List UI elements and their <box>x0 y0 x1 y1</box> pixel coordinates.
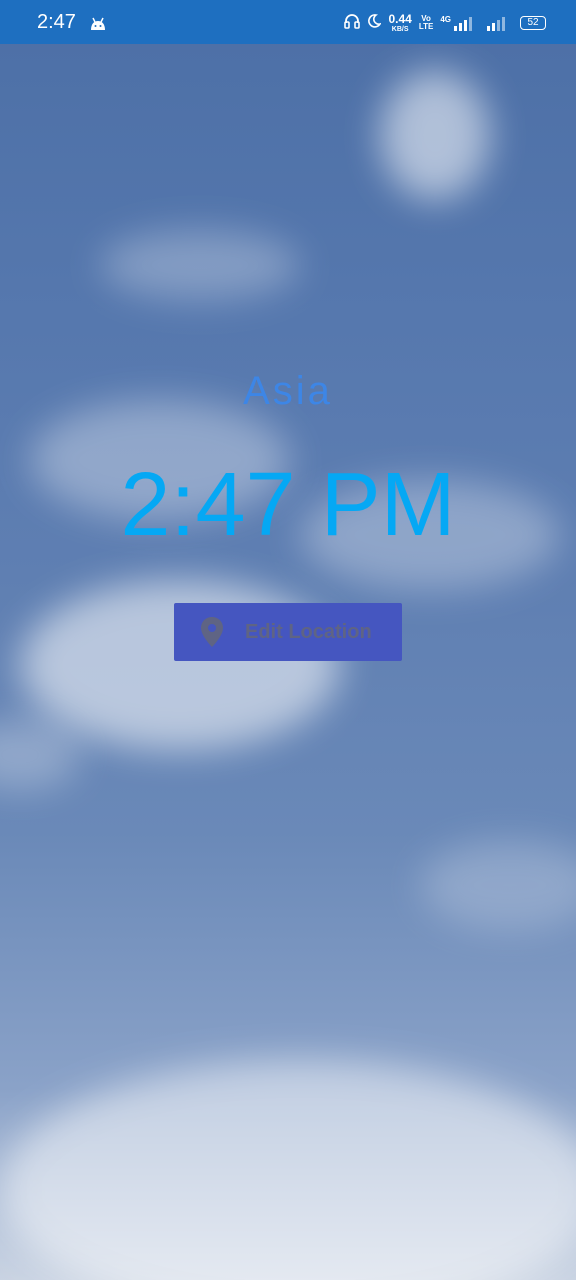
network-speed: 0.44 KB/S <box>388 12 412 33</box>
android-icon <box>89 17 107 31</box>
location-pin-icon <box>200 616 224 648</box>
edit-location-button[interactable]: Edit Location <box>174 603 402 661</box>
location-name: Asia <box>243 369 333 413</box>
signal-icon: 4G <box>440 15 472 31</box>
app-screen: 2:47 0.44 KB/S Vo LTE 4G 52 Asia 2:47 PM… <box>0 0 576 1280</box>
signal-icon-2 <box>487 15 505 31</box>
status-time: 2:47 <box>37 11 76 33</box>
battery-icon: 52 <box>520 16 546 30</box>
headphones-icon <box>344 13 361 34</box>
volte-indicator: Vo LTE <box>418 14 434 31</box>
moon-icon <box>367 13 383 33</box>
edit-location-label: Edit Location <box>245 620 372 643</box>
network-type: 4G <box>440 15 451 24</box>
status-bar: 2:47 0.44 KB/S Vo LTE 4G 52 <box>0 0 576 44</box>
status-icons: 0.44 KB/S Vo LTE 4G 52 <box>344 9 546 37</box>
current-time: 2:47 PM <box>120 455 456 555</box>
battery-level: 52 <box>527 17 539 28</box>
